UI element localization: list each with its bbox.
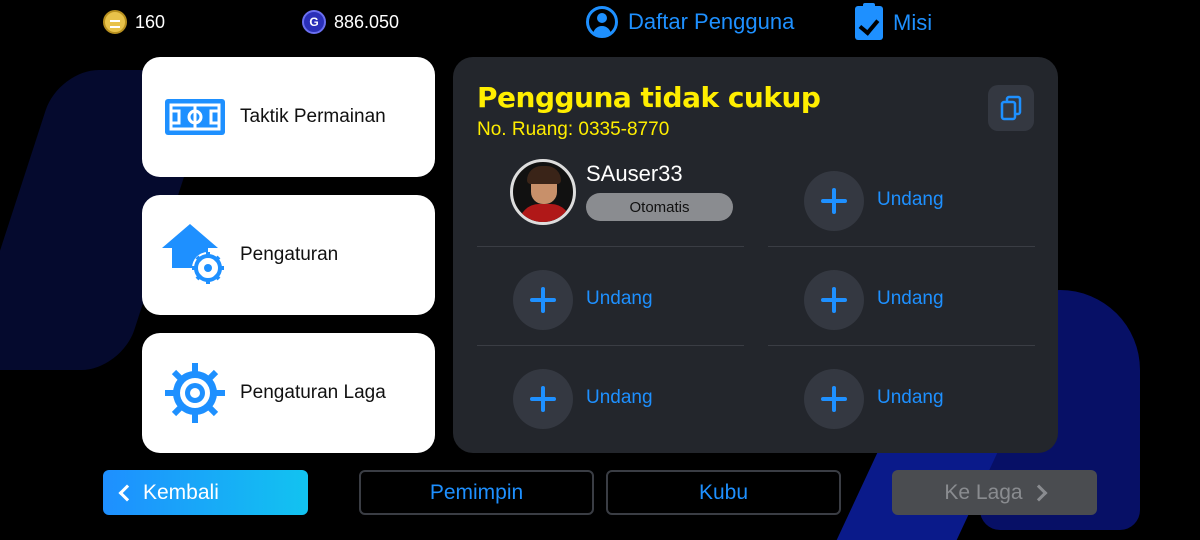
gp-balance: G 886.050 bbox=[302, 10, 399, 34]
match-settings-gear-icon bbox=[162, 360, 228, 426]
missions-button[interactable]: Misi bbox=[855, 3, 933, 40]
missions-label: Misi bbox=[893, 10, 933, 35]
invite-label[interactable]: Undang bbox=[586, 387, 653, 409]
menu-item-game-tactics[interactable]: Taktik Permainan bbox=[142, 57, 435, 177]
coin-balance: 160 bbox=[103, 10, 165, 34]
menu-item-label: Pengaturan Laga bbox=[240, 382, 386, 403]
invite-plus-button[interactable] bbox=[804, 270, 864, 330]
invite-plus-button[interactable] bbox=[513, 369, 573, 429]
status-badge: Otomatis bbox=[586, 193, 733, 221]
user-list-label: Daftar Pengguna bbox=[628, 9, 795, 34]
invite-plus-button[interactable] bbox=[804, 369, 864, 429]
invite-label[interactable]: Undang bbox=[877, 288, 944, 310]
menu-item-match-settings[interactable]: Pengaturan Laga bbox=[142, 333, 435, 453]
menu-item-label: Pengaturan bbox=[240, 244, 339, 265]
coin-icon bbox=[103, 10, 127, 34]
user-icon bbox=[586, 6, 618, 38]
gp-icon: G bbox=[302, 10, 326, 34]
player-slot-empty: Undang bbox=[768, 149, 1035, 247]
settings-house-gear-icon bbox=[162, 222, 228, 288]
invite-label[interactable]: Undang bbox=[877, 189, 944, 211]
leader-label: Pemimpin bbox=[429, 480, 524, 504]
back-label: Kembali bbox=[143, 480, 219, 504]
coin-amount: 160 bbox=[135, 11, 166, 32]
divider bbox=[477, 246, 744, 247]
back-button[interactable]: Kembali bbox=[103, 470, 308, 515]
divider bbox=[768, 246, 1035, 247]
menu-item-label: Taktik Permainan bbox=[240, 106, 386, 127]
invite-plus-button[interactable] bbox=[513, 270, 573, 330]
clipboard-check-icon bbox=[855, 3, 883, 40]
player-slot-host: SAuser33 Otomatis bbox=[477, 149, 744, 247]
divider bbox=[477, 345, 744, 346]
user-list-button[interactable]: Daftar Pengguna bbox=[586, 6, 794, 38]
invite-plus-button[interactable] bbox=[804, 171, 864, 231]
top-bar: 160 G 886.050 Daftar Pengguna Misi bbox=[0, 0, 1200, 48]
tactics-field-icon bbox=[162, 84, 228, 150]
invite-label[interactable]: Undang bbox=[877, 387, 944, 409]
username: SAuser33 bbox=[586, 161, 683, 186]
leader-button[interactable]: Pemimpin bbox=[359, 470, 594, 515]
room-panel: Pengguna tidak cukup No. Ruang: 0335-877… bbox=[453, 57, 1058, 453]
chevron-right-icon bbox=[1030, 484, 1048, 501]
to-match-label: Ke Laga bbox=[944, 480, 1023, 504]
chevron-left-icon bbox=[118, 484, 136, 501]
invite-label[interactable]: Undang bbox=[586, 288, 653, 310]
player-slot-empty: Undang bbox=[477, 347, 744, 445]
avatar bbox=[510, 159, 576, 225]
player-slot-empty: Undang bbox=[768, 347, 1035, 445]
room-title: Pengguna tidak cukup bbox=[477, 81, 821, 114]
menu-item-settings[interactable]: Pengaturan bbox=[142, 195, 435, 315]
player-slot-empty: Undang bbox=[768, 248, 1035, 346]
room-number: No. Ruang: 0335-8770 bbox=[477, 119, 670, 140]
copy-room-number-button[interactable] bbox=[988, 85, 1034, 131]
to-match-button[interactable]: Ke Laga bbox=[892, 470, 1097, 515]
club-label: Kubu bbox=[698, 480, 749, 504]
club-button[interactable]: Kubu bbox=[606, 470, 841, 515]
player-slot-empty: Undang bbox=[477, 248, 744, 346]
gp-amount: 886.050 bbox=[334, 11, 400, 32]
divider bbox=[768, 345, 1035, 346]
copy-icon bbox=[1000, 95, 1022, 121]
